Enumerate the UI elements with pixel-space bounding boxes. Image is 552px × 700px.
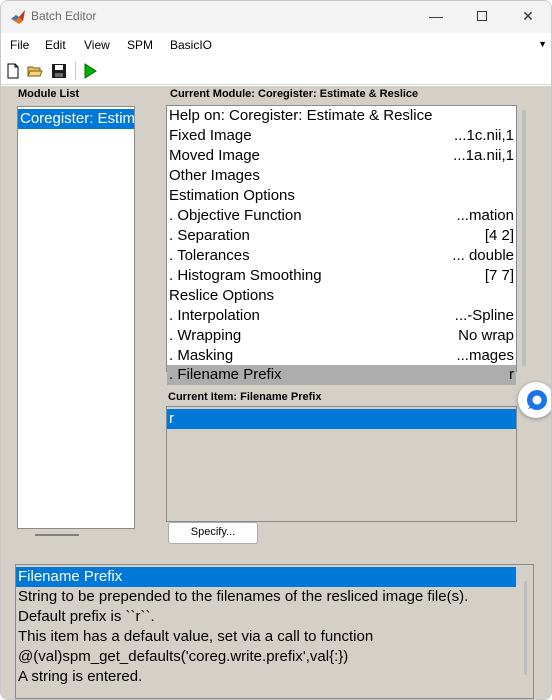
row-name: Fixed Image xyxy=(169,127,252,144)
row-reslice-options[interactable]: Reslice Options xyxy=(167,286,516,306)
help-line: Default prefix is ``r``. xyxy=(18,608,155,625)
specify-button[interactable]: Specify... xyxy=(168,522,258,544)
row-name: . Masking xyxy=(169,347,234,364)
row-name: Moved Image xyxy=(169,147,260,164)
window-title: Batch Editor xyxy=(31,9,97,23)
menu-basicio[interactable]: BasicIO xyxy=(170,38,212,52)
minimize-icon: — xyxy=(429,8,443,24)
matlab-logo-icon xyxy=(11,10,25,24)
row-filename-prefix[interactable]: . Filename Prefix r xyxy=(167,365,516,385)
module-list-item-coregister[interactable]: Coregister: Estimate & Reslice xyxy=(18,109,134,129)
toolbar xyxy=(1,57,551,85)
help-line: String to be prepended to the filenames … xyxy=(18,588,469,605)
row-name: . Filename Prefix xyxy=(169,366,282,383)
current-module-label: Current Module: Coregister: Estimate & R… xyxy=(170,88,419,100)
help-line: A string is entered. xyxy=(18,668,143,685)
menu-file[interactable]: File xyxy=(10,38,29,52)
help-panel: Filename Prefix String to be prepended t… xyxy=(15,564,534,699)
row-value: [7 7] xyxy=(484,267,514,284)
maximize-button[interactable] xyxy=(459,1,505,33)
row-other-images[interactable]: Other Images xyxy=(167,166,516,186)
new-file-icon[interactable] xyxy=(5,63,21,79)
row-name: . Objective Function xyxy=(169,207,302,224)
row-name: Reslice Options xyxy=(169,287,275,304)
menu-view[interactable]: View xyxy=(84,38,110,52)
row-value: ... double xyxy=(452,247,514,264)
title-bar: Batch Editor — ✕ xyxy=(1,1,551,33)
row-value: ...-Spline xyxy=(454,307,514,324)
row-value: r xyxy=(509,366,514,383)
row-name: . Separation xyxy=(169,227,250,244)
close-icon: ✕ xyxy=(522,8,534,24)
row-fixed-image[interactable]: Fixed Image ...1c.nii,1 xyxy=(167,126,516,146)
row-value: No wrap xyxy=(458,327,514,344)
row-value: ...1a.nii,1 xyxy=(453,147,514,164)
current-module-scrollbar[interactable] xyxy=(522,110,526,366)
row-estimation-options[interactable]: Estimation Options xyxy=(167,186,516,206)
toolbar-separator xyxy=(75,62,76,80)
row-help-on[interactable]: Help on: Coregister: Estimate & Reslice xyxy=(167,106,516,126)
main-content: Module List Coregister: Estimate & Resli… xyxy=(1,86,551,699)
row-value: ...1c.nii,1 xyxy=(453,127,514,144)
row-name: . Tolerances xyxy=(169,247,250,264)
current-item-value[interactable]: r xyxy=(167,409,516,429)
row-separation[interactable]: . Separation [4 2] xyxy=(167,226,516,246)
row-name: . Histogram Smoothing xyxy=(169,267,322,284)
minimize-button[interactable]: — xyxy=(413,1,459,33)
help-scrollbar[interactable] xyxy=(524,581,527,675)
close-button[interactable]: ✕ xyxy=(505,1,551,33)
help-line: @(val)spm_get_defaults('coreg.write.pref… xyxy=(18,648,349,665)
row-objective-function[interactable]: . Objective Function ...mation xyxy=(167,206,516,226)
floating-assistant-button[interactable] xyxy=(518,382,551,418)
save-icon[interactable] xyxy=(51,63,67,79)
menu-edit[interactable]: Edit xyxy=(45,38,66,52)
module-list-label: Module List xyxy=(18,88,80,100)
module-list-hscroll[interactable] xyxy=(35,534,79,536)
row-tolerances[interactable]: . Tolerances ... double xyxy=(167,246,516,266)
row-name: Help on: Coregister: Estimate & Reslice xyxy=(169,107,433,124)
batch-editor-window: Batch Editor — ✕ File Edit View SPM Basi… xyxy=(0,0,552,700)
run-icon[interactable] xyxy=(82,63,98,79)
row-interpolation[interactable]: . Interpolation ...-Spline xyxy=(167,306,516,326)
module-list[interactable]: Coregister: Estimate & Reslice xyxy=(17,106,135,536)
current-item-label: Current Item: Filename Prefix xyxy=(168,391,322,403)
row-name: . Interpolation xyxy=(169,307,260,324)
row-value: ...mation xyxy=(456,207,514,224)
maximize-icon xyxy=(477,11,487,21)
help-title: Filename Prefix xyxy=(16,567,516,587)
open-folder-icon[interactable] xyxy=(27,63,43,79)
menu-bar: File Edit View SPM BasicIO ▼ xyxy=(1,33,551,57)
row-name: Other Images xyxy=(169,167,260,184)
help-line: This item has a default value, set via a… xyxy=(18,628,374,645)
menubar-overflow-icon[interactable]: ▼ xyxy=(538,39,547,49)
row-value: [4 2] xyxy=(484,227,514,244)
chat-bubble-icon xyxy=(527,390,547,410)
row-masking[interactable]: . Masking ...mages xyxy=(167,346,516,366)
row-name: Estimation Options xyxy=(169,187,295,204)
row-histogram-smoothing[interactable]: . Histogram Smoothing [7 7] xyxy=(167,266,516,286)
row-moved-image[interactable]: Moved Image ...1a.nii,1 xyxy=(167,146,516,166)
menu-spm[interactable]: SPM xyxy=(127,38,153,52)
current-module-list[interactable]: Help on: Coregister: Estimate & Reslice … xyxy=(166,105,526,385)
row-name: . Wrapping xyxy=(169,327,242,344)
row-wrapping[interactable]: . Wrapping No wrap xyxy=(167,326,516,346)
row-value: ...mages xyxy=(456,347,514,364)
current-item-list[interactable]: r xyxy=(166,406,517,522)
